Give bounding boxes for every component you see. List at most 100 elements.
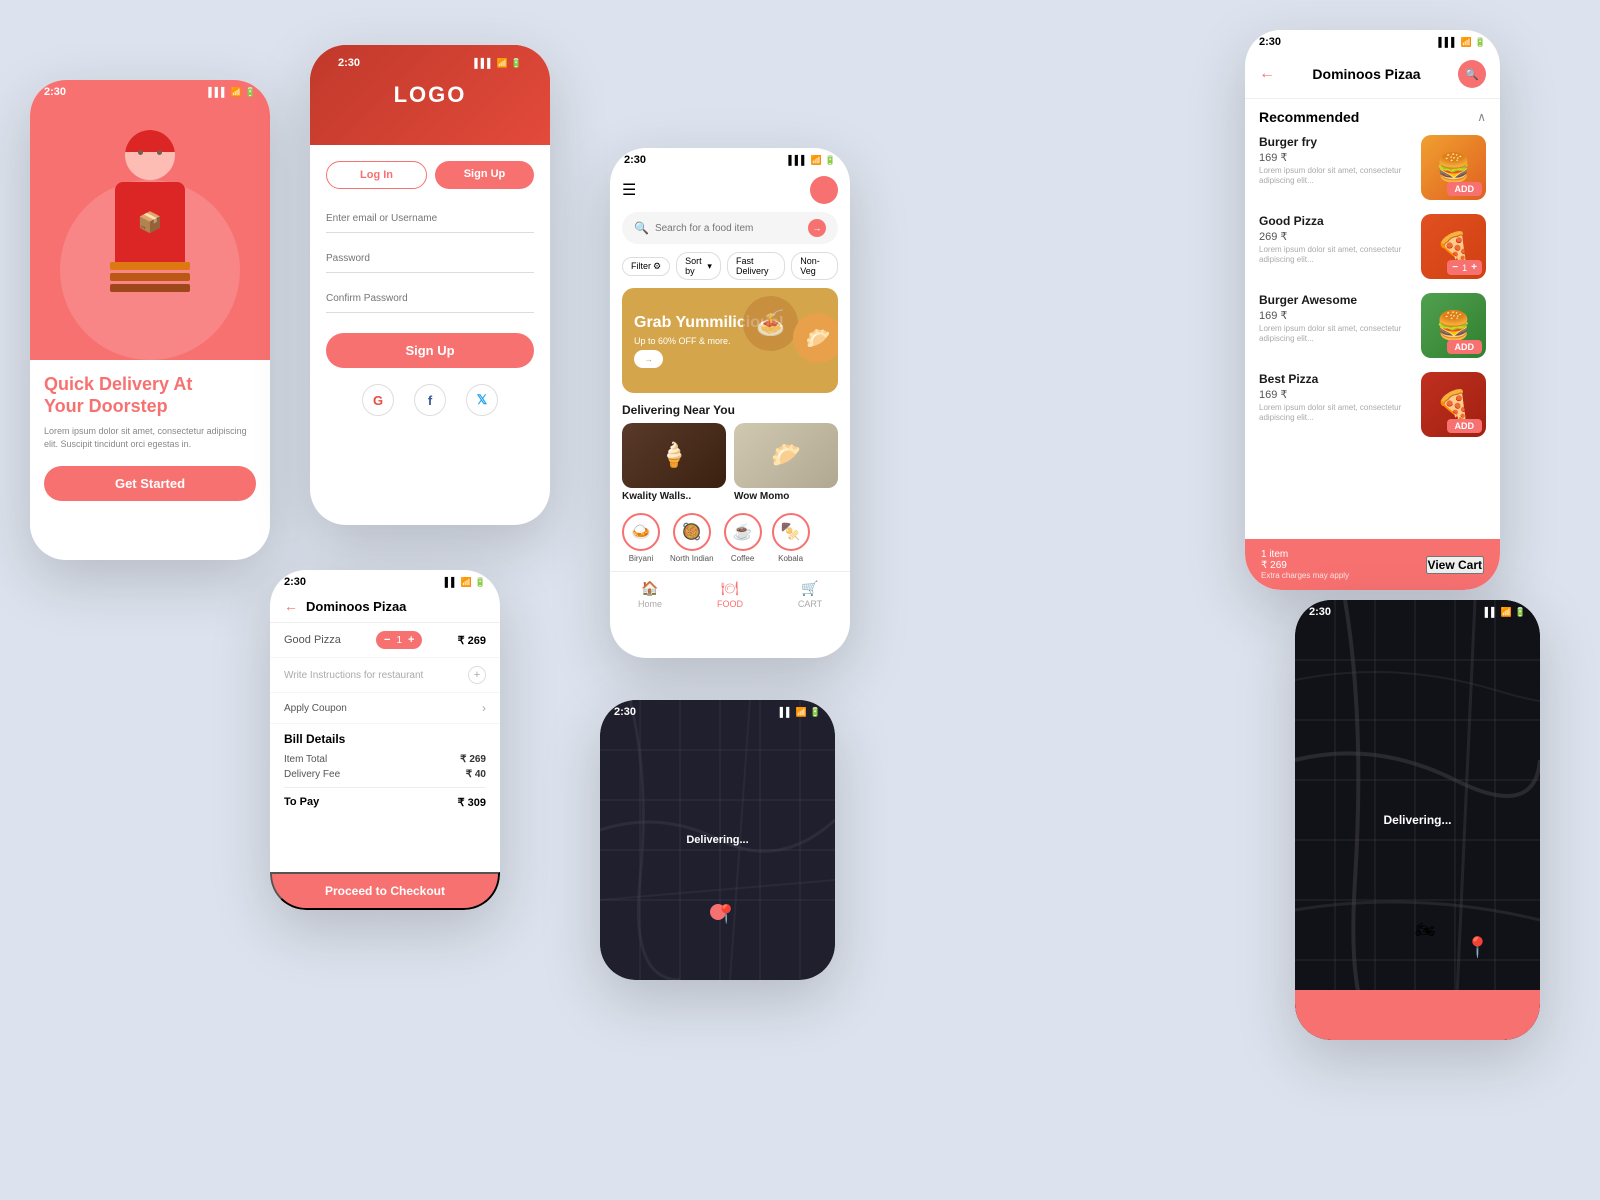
twitter-login-button[interactable]: 𝕏 [466,384,498,416]
add-instructions-button[interactable]: + [468,666,486,684]
nearby-card-momo[interactable]: 🥟 Wow Momo [734,423,838,505]
tab-signup[interactable]: Sign Up [435,161,534,189]
promo-cta-button[interactable]: → [634,350,663,368]
nearby-card-kwality[interactable]: 🍦 Kwality Walls.. [622,423,726,505]
instructions-placeholder[interactable]: Write Instructions for restaurant [284,670,423,681]
qty-control-good-pizza: − 1 + [1447,260,1482,275]
cart-qty-value: 1 [396,635,402,646]
delivery-man-illustration: 📦 [30,100,270,340]
signup-button[interactable]: Sign Up [326,333,534,368]
fast-delivery-chip[interactable]: Fast Delivery [727,252,785,280]
cart-header: ← Dominoos Pizaa [270,590,500,623]
north-indian-icon: 🥘 [673,513,711,551]
recommended-chevron-icon[interactable]: ∧ [1477,110,1486,124]
signal-icon: ▌▌ [445,577,458,587]
nav-food[interactable]: 🍽 FOOD [690,580,770,609]
cart-back-button[interactable]: ← [284,598,298,614]
item-name: Burger fry [1259,135,1411,149]
phone-map-large: 2:30 ▌▌ 📶 🔋 Delivering... 🏍 📍 [1295,600,1540,1040]
map-screen-large: 2:30 ▌▌ 📶 🔋 Delivering... 🏍 📍 [1295,600,1540,1040]
item-price: 169 ₹ [1259,309,1411,322]
status-bar-2: 2:30 ▌▌▌ 📶 🔋 [324,51,536,71]
view-cart-button[interactable]: View Cart [1426,556,1484,574]
proceed-checkout-button[interactable]: Proceed to Checkout [270,872,500,910]
get-started-button[interactable]: Get Started [44,466,256,501]
recommended-section: Recommended ∧ Burger fry 169 ₹ Lorem ips… [1245,99,1500,461]
cart-decrease-button[interactable]: − [384,634,390,646]
phone-splash: 2:30 ▌▌▌ 📶 🔋 📦 [30,80,270,560]
item-name: Good Pizza [1259,214,1411,228]
password-input[interactable] [326,245,534,273]
signal-icon: ▌▌ [1485,607,1498,617]
delivery-fee-label: Delivery Fee [284,769,340,780]
cart-total: ₹ 269 [1261,560,1349,571]
item-desc: Lorem ipsum dolor sit amet, consectetur … [1259,245,1411,266]
kwality-image: 🍦 [622,423,726,488]
cart-increase-button[interactable]: + [408,634,414,646]
category-coffee[interactable]: ☕ Coffee [724,513,762,563]
search-submit-icon[interactable]: → [808,219,826,237]
nearby-restaurants: 🍦 Kwality Walls.. 🥟 Wow Momo [610,423,850,513]
item-image: 🍕 ADD [1421,372,1486,437]
email-input[interactable] [326,205,534,233]
to-pay-label: To Pay [284,796,319,809]
back-button[interactable]: ← [1259,65,1275,83]
item-desc: Lorem ipsum dolor sit amet, consectetur … [1259,324,1411,345]
item-image: 🍔 ADD [1421,135,1486,200]
category-north-indian[interactable]: 🥘 North Indian [670,513,714,563]
coupon-row[interactable]: Apply Coupon › [270,693,500,724]
category-kobala[interactable]: 🍢 Kobala [772,513,810,563]
menu-item-burger-awesome: Burger Awesome 169 ₹ Lorem ipsum dolor s… [1259,293,1486,358]
coupon-chevron-icon[interactable]: › [482,701,486,715]
phone-auth: 2:30 ▌▌▌ 📶 🔋 LOGO Log In Sign Up Sign Up… [310,45,550,525]
facebook-login-button[interactable]: f [414,384,446,416]
item-desc: Lorem ipsum dolor sit amet, consectetur … [1259,166,1411,187]
nav-cart[interactable]: 🛒 CART [770,580,850,609]
battery-icon: 🔋 [1475,37,1486,48]
signal-icon: ▌▌ [780,707,793,717]
search-bar[interactable]: 🔍 → [622,212,838,244]
wifi-icon: 📶 [1501,607,1512,618]
kobala-label: Kobala [778,554,803,563]
cart-item-count: 1 item [1261,549,1349,560]
destination-pin-icon: 📍 [1465,935,1490,960]
battery-icon: 🔋 [511,58,522,69]
phone-food-home: 2:30 ▌▌▌ 📶 🔋 ☰ 🔍 → Filter⚙ Sort by▾ Fast… [610,148,850,658]
restaurant-search-button[interactable]: 🔍 [1458,60,1486,88]
add-burger-fry-button[interactable]: ADD [1447,182,1483,196]
view-cart-bar: 1 item ₹ 269 Extra charges may apply Vie… [1245,539,1500,590]
map-status-bar: 2:30 ▌▌ 📶 🔋 [600,700,835,720]
item-desc: Lorem ipsum dolor sit amet, consectetur … [1259,403,1411,424]
food-home-header: ☰ [610,168,850,212]
category-biryani[interactable]: 🍛 Biryani [622,513,660,563]
coffee-icon: ☕ [724,513,762,551]
user-avatar[interactable] [810,176,838,204]
auth-logo: LOGO [394,82,467,108]
google-login-button[interactable]: G [362,384,394,416]
increase-qty-button[interactable]: + [1471,262,1477,273]
add-best-pizza-button[interactable]: ADD [1447,419,1483,433]
splash-description: Lorem ipsum dolor sit amet, consectetur … [44,425,256,450]
auth-tabs: Log In Sign Up [326,161,534,189]
decrease-qty-button[interactable]: − [1452,262,1458,273]
confirm-password-input[interactable] [326,285,534,313]
wifi-icon: 📶 [497,58,508,69]
non-veg-chip[interactable]: Non- Veg [791,252,838,280]
coupon-label: Apply Coupon [284,703,347,714]
splash-title: Quick Delivery At Your Doorstep [44,374,256,417]
tab-login[interactable]: Log In [326,161,427,189]
phone-map-small: 2:30 ▌▌ 📶 🔋 Delivering... 📍 [600,700,835,980]
wifi-icon: 📶 [796,707,807,718]
north-indian-label: North Indian [670,554,714,563]
nav-home[interactable]: 🏠 Home [610,580,690,609]
search-input[interactable] [655,223,802,234]
wifi-icon: 📶 [231,87,242,98]
cart-qty-control: − 1 + [376,631,422,649]
add-burger-awesome-button[interactable]: ADD [1447,340,1483,354]
status-bar-4: 2:30 ▌▌▌ 📶 🔋 [1245,30,1500,50]
filter-button[interactable]: Filter⚙ [622,257,670,276]
hamburger-menu-icon[interactable]: ☰ [622,180,636,200]
sort-button[interactable]: Sort by▾ [676,252,721,280]
status-bar-1: 2:30 ▌▌▌ 📶 🔋 [30,80,270,100]
cart-item-price: ₹ 269 [458,634,486,647]
